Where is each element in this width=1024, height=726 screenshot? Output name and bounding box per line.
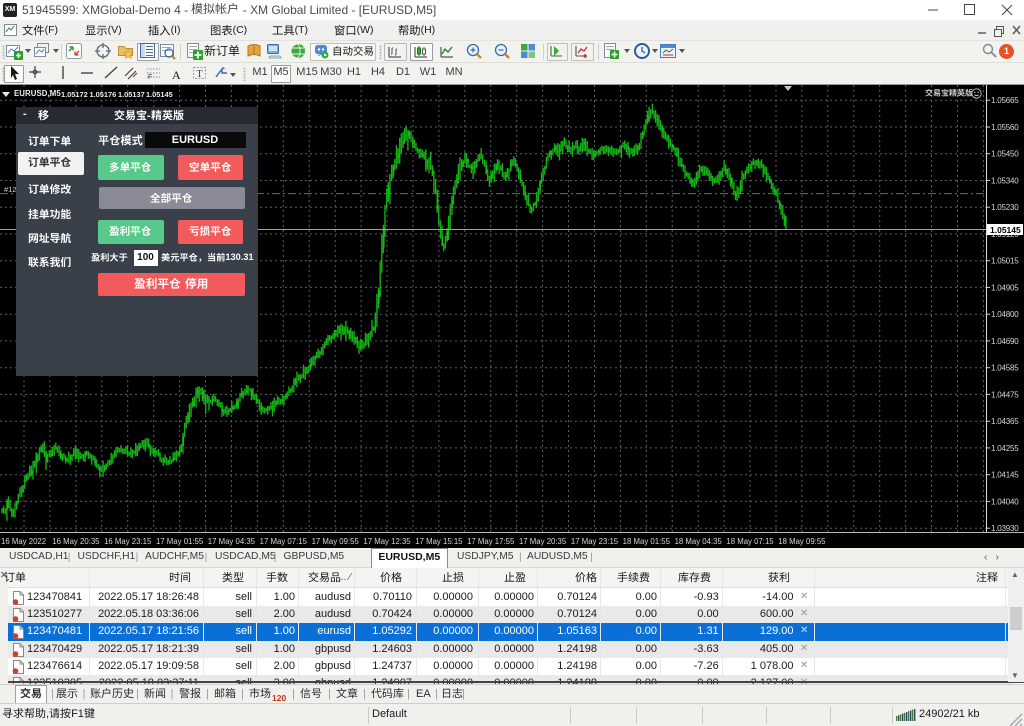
svg-text:1.04800: 1.04800 xyxy=(991,310,1019,319)
svg-text:18 May 04:35: 18 May 04:35 xyxy=(675,537,723,546)
svg-text:1.04255: 1.04255 xyxy=(991,444,1019,453)
svg-text:16 May 2022: 16 May 2022 xyxy=(1,537,46,546)
svg-text:16 May 20:35: 16 May 20:35 xyxy=(52,537,100,546)
svg-text:1.04475: 1.04475 xyxy=(991,390,1019,399)
svg-text:18 May 09:55: 18 May 09:55 xyxy=(778,537,826,546)
svg-text:17 May 01:55: 17 May 01:55 xyxy=(156,537,204,546)
svg-text:17 May 12:35: 17 May 12:35 xyxy=(363,537,411,546)
svg-text:17 May 20:35: 17 May 20:35 xyxy=(519,537,567,546)
svg-text:T: T xyxy=(197,69,203,80)
svg-text:1.05340: 1.05340 xyxy=(991,177,1019,186)
svg-text:1.05450: 1.05450 xyxy=(991,150,1019,159)
svg-text:1.04690: 1.04690 xyxy=(991,337,1019,346)
svg-text:1.04585: 1.04585 xyxy=(991,364,1019,373)
svg-text:1.03930: 1.03930 xyxy=(991,524,1019,533)
svg-text:1.04905: 1.04905 xyxy=(991,283,1019,292)
svg-text:17 May 07:15: 17 May 07:15 xyxy=(260,537,308,546)
svg-text:17 May 23:15: 17 May 23:15 xyxy=(571,537,619,546)
svg-text:1.05015: 1.05015 xyxy=(991,257,1019,266)
svg-text:F: F xyxy=(148,74,152,81)
svg-text:1.05145: 1.05145 xyxy=(990,225,1021,235)
svg-text:17 May 15:15: 17 May 15:15 xyxy=(415,537,463,546)
svg-text:17 May 04:35: 17 May 04:35 xyxy=(208,537,256,546)
svg-text:18 May 07:15: 18 May 07:15 xyxy=(726,537,774,546)
svg-text:18 May 01:55: 18 May 01:55 xyxy=(623,537,671,546)
svg-text:16 May 23:15: 16 May 23:15 xyxy=(104,537,152,546)
svg-text:1.04365: 1.04365 xyxy=(991,417,1019,426)
svg-text:1.05560: 1.05560 xyxy=(991,123,1019,132)
svg-text:17 May 09:55: 17 May 09:55 xyxy=(312,537,360,546)
svg-text:17 May 17:55: 17 May 17:55 xyxy=(467,537,515,546)
svg-text:1.05665: 1.05665 xyxy=(991,96,1019,105)
svg-text:1.04040: 1.04040 xyxy=(991,497,1019,506)
svg-text:1.05230: 1.05230 xyxy=(991,203,1019,212)
svg-text:1.04145: 1.04145 xyxy=(991,471,1019,480)
